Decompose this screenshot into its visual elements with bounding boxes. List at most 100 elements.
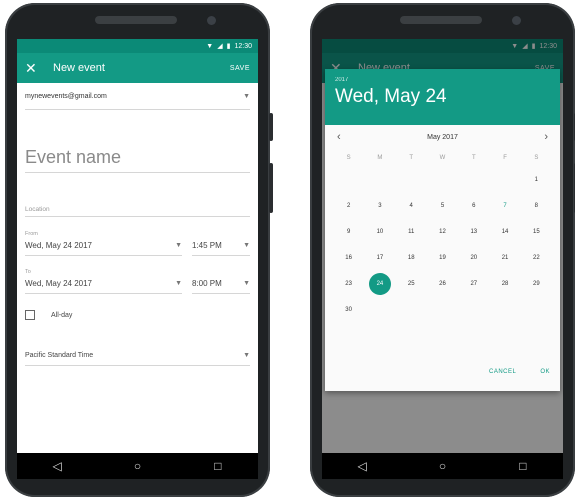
wifi-icon: ▼ [206, 42, 214, 50]
calendar-day[interactable]: 14 [489, 219, 520, 245]
to-date-selector[interactable]: Wed, May 24 2017 ▼ [25, 275, 182, 294]
calendar-day[interactable]: 7 [489, 193, 520, 219]
calendar-day[interactable]: 21 [489, 245, 520, 271]
home-icon[interactable]: ○ [427, 459, 457, 473]
calendar-day[interactable]: 2 [333, 193, 364, 219]
calendar-day[interactable]: 13 [458, 219, 489, 245]
to-time: 8:00 PM [192, 279, 222, 288]
from-time-selector[interactable]: 1:45 PM ▼ [192, 237, 250, 256]
calendar-day[interactable]: 8 [521, 193, 552, 219]
signal-icon: ◢ [217, 43, 223, 50]
weekday-header: T [471, 155, 476, 161]
back-icon[interactable]: ◁ [42, 459, 72, 473]
navigation-bar: ◁ ○ □ [322, 453, 563, 479]
app-bar: ✕ New event SAVE [17, 53, 258, 83]
screen-date-picker: ▼ ◢ ▮ 12:30 ✕ New event SAVE 2017 Wed, M… [322, 39, 563, 453]
speaker-grille [95, 16, 177, 24]
dropdown-caret-icon: ▼ [243, 280, 250, 287]
navigation-bar: ◁ ○ □ [17, 453, 258, 479]
weekday-header: S [346, 155, 351, 161]
calendar-day[interactable]: 4 [396, 193, 427, 219]
to-row: Wed, May 24 2017 ▼ 8:00 PM ▼ [25, 275, 250, 294]
calendar-empty-cell [427, 167, 458, 193]
phone-right: ▼ ◢ ▮ 12:30 ✕ New event SAVE 2017 Wed, M… [310, 3, 575, 497]
dropdown-caret-icon: ▼ [243, 351, 250, 359]
calendar-empty-cell [458, 167, 489, 193]
front-camera [207, 16, 216, 25]
calendar-empty-cell [333, 167, 364, 193]
date-picker-dialog: 2017 Wed, May 24 ‹ May 2017 › SMTWTFS123… [325, 69, 560, 391]
ok-button[interactable]: OK [540, 369, 550, 375]
from-date-selector[interactable]: Wed, May 24 2017 ▼ [25, 237, 182, 256]
calendar-day[interactable]: 18 [396, 245, 427, 271]
weekday-header: F [503, 155, 507, 161]
from-time: 1:45 PM [192, 241, 222, 250]
dropdown-caret-icon: ▼ [175, 280, 182, 287]
home-icon[interactable]: ○ [122, 459, 152, 473]
cancel-button[interactable]: CANCEL [489, 369, 516, 375]
recents-icon[interactable]: □ [508, 459, 538, 473]
calendar-day[interactable]: 1 [521, 167, 552, 193]
calendar-day[interactable]: 9 [333, 219, 364, 245]
chevron-left-icon[interactable]: ‹ [337, 131, 341, 143]
status-time: 12:30 [234, 42, 252, 50]
calendar-day[interactable]: 25 [396, 271, 427, 297]
all-day-checkbox[interactable] [25, 310, 35, 320]
calendar-day[interactable]: 26 [427, 271, 458, 297]
weekday-header: S [534, 155, 539, 161]
calendar-day[interactable]: 29 [521, 271, 552, 297]
back-icon[interactable]: ◁ [347, 459, 377, 473]
calendar-day[interactable]: 16 [333, 245, 364, 271]
front-camera [512, 16, 521, 25]
calendar-day[interactable]: 5 [427, 193, 458, 219]
all-day-label: All-day [51, 311, 73, 319]
calendar-grid: S M T W T F S 1 2 3 4 5 6 7 8 9 10 11 12 13 14 15 16 17 18 19 20 21… [325, 149, 560, 323]
weekday-header: W [439, 155, 446, 161]
dropdown-caret-icon: ▼ [243, 92, 250, 100]
calendar-day[interactable]: 23 [333, 271, 364, 297]
calendar-day[interactable]: 24 [364, 271, 395, 297]
volume-button [269, 163, 273, 213]
power-button [269, 113, 273, 141]
calendar-day[interactable]: 12 [427, 219, 458, 245]
calendar-day[interactable]: 11 [396, 219, 427, 245]
date-picker-header: 2017 Wed, May 24 [325, 69, 560, 125]
location-input[interactable]: Location [25, 177, 250, 217]
calendar-day[interactable]: 6 [458, 193, 489, 219]
to-date: Wed, May 24 2017 [25, 279, 93, 288]
calendar-empty-cell [489, 167, 520, 193]
account-selector[interactable]: mynewevents@gmail.com ▼ [25, 83, 250, 110]
calendar-day[interactable]: 3 [364, 193, 395, 219]
from-row: Wed, May 24 2017 ▼ 1:45 PM ▼ [25, 237, 250, 256]
calendar-day[interactable]: 10 [364, 219, 395, 245]
calendar-day[interactable]: 19 [427, 245, 458, 271]
calendar-day[interactable]: 20 [458, 245, 489, 271]
save-button[interactable]: SAVE [230, 65, 250, 72]
calendar-day[interactable]: 27 [458, 271, 489, 297]
battery-icon: ▮ [226, 43, 231, 50]
phone-left: ▼ ◢ ▮ 12:30 ✕ New event SAVE mynewevents… [5, 3, 273, 497]
calendar-day[interactable]: 28 [489, 271, 520, 297]
calendar-empty-cell [396, 167, 427, 193]
timezone-value: Pacific Standard Time [25, 351, 94, 359]
status-bar: ▼ ◢ ▮ 12:30 [17, 39, 258, 53]
dialog-actions: CANCEL OK [489, 369, 550, 375]
selected-year[interactable]: 2017 [335, 69, 550, 83]
calendar-day[interactable]: 30 [333, 297, 364, 323]
event-form: mynewevents@gmail.com ▼ Event name Locat… [17, 83, 258, 366]
month-label: May 2017 [427, 133, 458, 141]
close-icon[interactable]: ✕ [25, 60, 53, 77]
chevron-right-icon[interactable]: › [544, 131, 548, 143]
to-time-selector[interactable]: 8:00 PM ▼ [192, 275, 250, 294]
timezone-selector[interactable]: Pacific Standard Time ▼ [25, 345, 250, 366]
all-day-row[interactable]: All-day [25, 299, 250, 331]
event-name-input[interactable]: Event name [25, 120, 250, 173]
calendar-day[interactable]: 15 [521, 219, 552, 245]
from-date: Wed, May 24 2017 [25, 241, 93, 250]
calendar-day[interactable]: 17 [364, 245, 395, 271]
screen-new-event-form: ▼ ◢ ▮ 12:30 ✕ New event SAVE mynewevents… [17, 39, 258, 453]
calendar-day[interactable]: 22 [521, 245, 552, 271]
weekday-header: M [377, 155, 383, 161]
recents-icon[interactable]: □ [203, 459, 233, 473]
month-navigation: ‹ May 2017 › [325, 125, 560, 149]
